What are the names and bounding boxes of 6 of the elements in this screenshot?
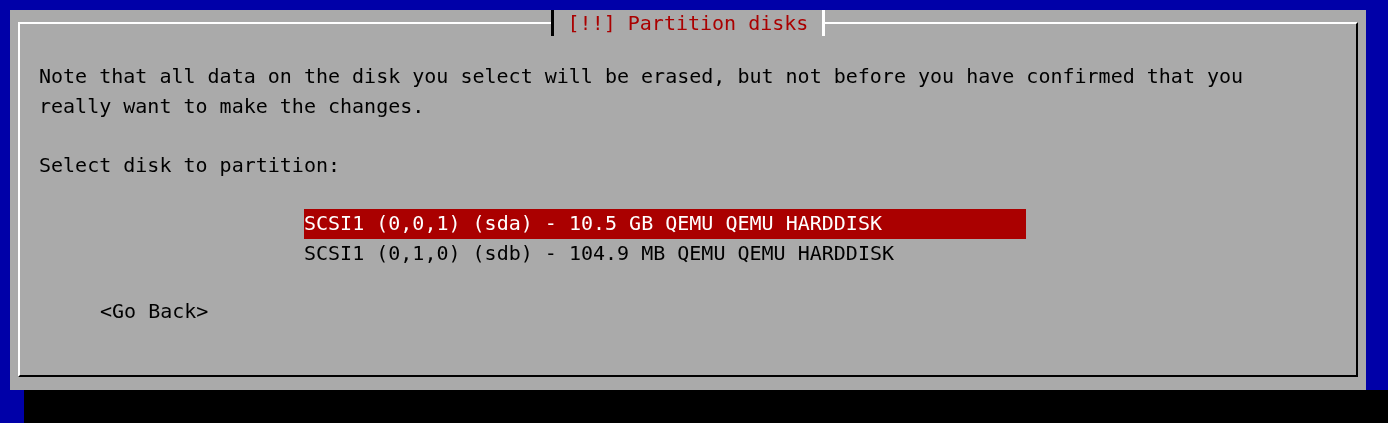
warning-message: Note that all data on the disk you select will be erased, but not before you have confirmed that you really want to make the changes. — [39, 63, 1245, 120]
disk-option[interactable]: SCSI1 (0,0,1) (sda) - 10.5 GB QEMU QEMU HARDDISK — [304, 209, 1027, 239]
disk-option[interactable]: SCSI1 (0,1,0) (sdb) - 104.9 MB QEMU QEMU HARDDISK — [304, 238, 1027, 268]
dialog-title: [!!] Partition disks — [550, 10, 826, 36]
prompt-text: Select disk to partition: — [39, 151, 342, 179]
go-back-button[interactable]: <Go Back> — [100, 297, 209, 327]
